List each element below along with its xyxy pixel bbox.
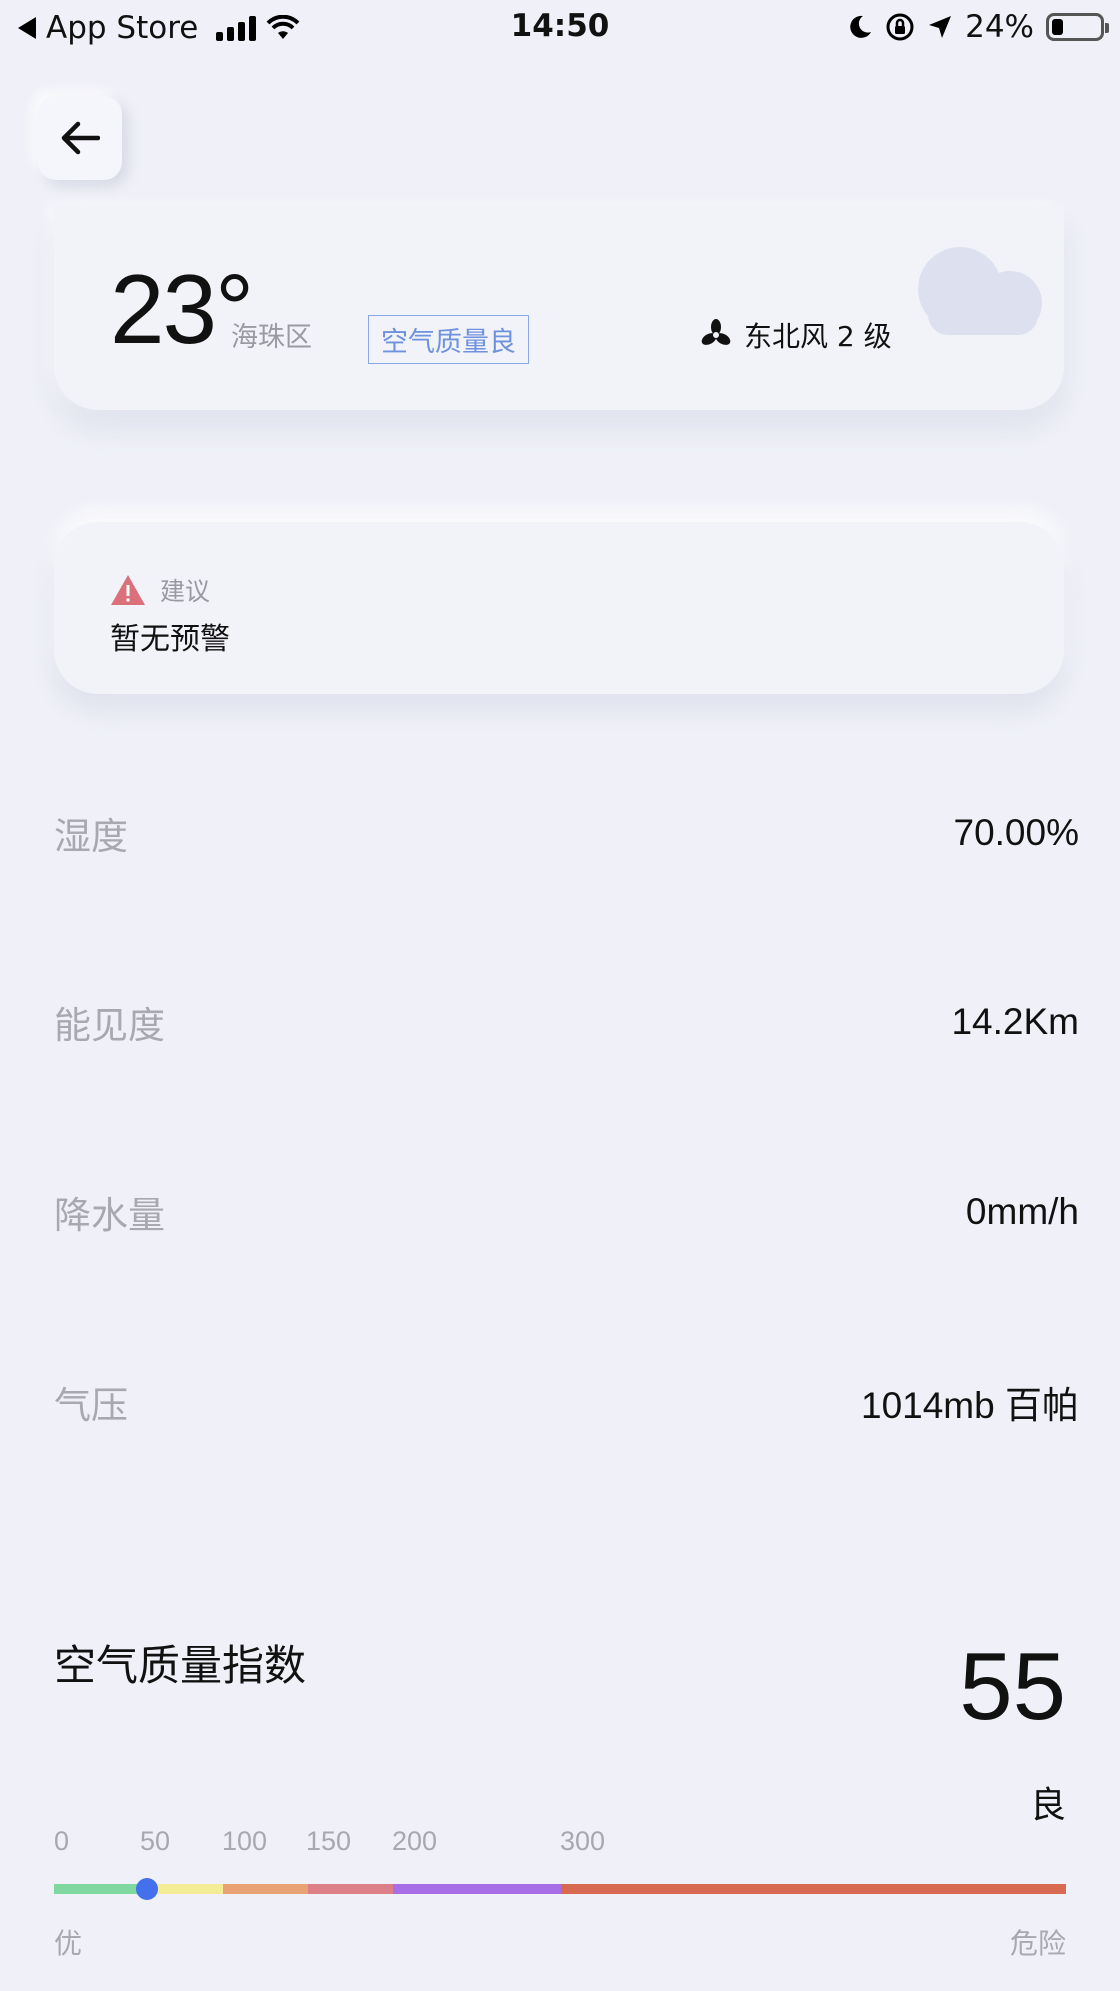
status-bar: App Store 14:50 24% [0, 0, 1120, 56]
warning-icon [111, 575, 145, 605]
precipitation-label: 降水量 [54, 1194, 165, 1237]
aqi-segment-heavy [393, 1884, 561, 1894]
back-button[interactable] [38, 96, 122, 180]
aqi-max-label: 危险 [1009, 1927, 1066, 1960]
cloud-icon [918, 247, 1042, 335]
pressure-value: 1014mb 百帕 [861, 1385, 1079, 1426]
aqi-segment-light [223, 1884, 308, 1894]
air-quality-badge: 空气质量良 [368, 315, 529, 364]
battery-icon [1046, 13, 1109, 41]
advice-text: 暂无预警 [110, 622, 230, 657]
aqi-tick-label: 150 [306, 1826, 352, 1856]
aqi-title: 空气质量指数 [54, 1641, 307, 1690]
aqi-segment-excellent [54, 1884, 139, 1894]
aqi-scale-bar [54, 1884, 1066, 1894]
advice-card: 建议 暂无预警 [54, 522, 1064, 694]
aqi-tick-label: 200 [392, 1826, 438, 1856]
arrow-left-icon [61, 121, 100, 155]
visibility-row: 能见度 14.2Km [54, 992, 1079, 1052]
aqi-tick-label: 50 [140, 1826, 171, 1856]
district-name: 海珠区 [231, 322, 312, 353]
moon-icon [850, 15, 872, 38]
weather-card: 23° 海珠区 空气质量良 东北风 2 级 [54, 205, 1064, 410]
location-arrow-icon [929, 16, 952, 38]
humidity-value: 70.00% [953, 812, 1080, 853]
aqi-tick-label: 300 [560, 1826, 606, 1856]
precipitation-row: 降水量 0mm/h [54, 1182, 1079, 1242]
advice-header: 建议 [110, 572, 210, 608]
aqi-marker [136, 1878, 158, 1900]
aqi-tick-label: 100 [222, 1826, 268, 1856]
aqi-tick-label: 0 [54, 1826, 70, 1856]
aqi-min-label: 优 [54, 1927, 83, 1960]
visibility-value: 14.2Km [951, 1001, 1079, 1042]
pressure-row: 气压 1014mb 百帕 [54, 1372, 1079, 1432]
aqi-level: 良 [1029, 1785, 1066, 1826]
wind-info: 东北风 2 级 [700, 315, 892, 355]
humidity-label: 湿度 [54, 815, 128, 858]
aqi-segment-severe [561, 1884, 1066, 1894]
pressure-label: 气压 [54, 1384, 128, 1427]
aqi-segment-moderate [308, 1884, 393, 1894]
visibility-label: 能见度 [54, 1004, 165, 1047]
battery-percentage: 24% [965, 9, 1034, 45]
aqi-value: 55 [959, 1633, 1066, 1740]
precipitation-value: 0mm/h [965, 1191, 1079, 1232]
rotation-lock-icon [886, 13, 914, 41]
fan-icon [701, 319, 731, 345]
aqi-scale-labels: 0 50 100 150 200 300 [54, 1826, 1066, 1860]
wind-label: 东北风 2 级 [744, 320, 892, 353]
advice-label: 建议 [160, 577, 211, 606]
humidity-row: 湿度 70.00% [54, 803, 1079, 863]
status-bar-right: 24% [847, 9, 1109, 45]
